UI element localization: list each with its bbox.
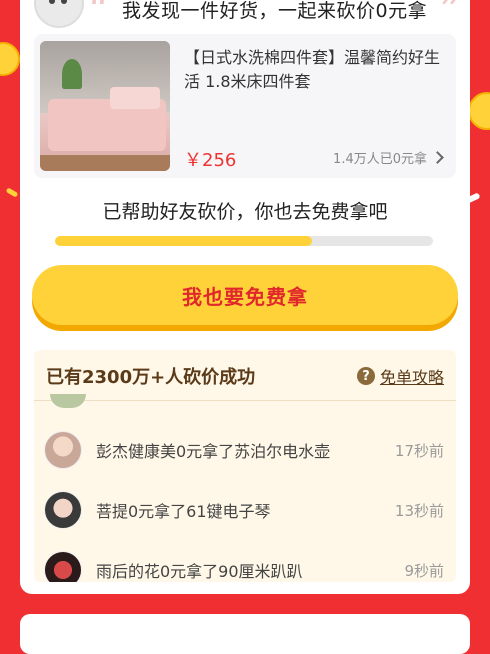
product-card[interactable]: 【日式水洗棉四件套】温馨简约好生活 1.8米床四件套 ￥256 1.4万人已0元… [34,34,456,178]
free-get-button[interactable]: 我也要免费拿 [32,265,458,325]
question-icon: ? [356,367,375,385]
bargain-progress-bar [55,236,433,246]
feed-item-time: 9秒前 [404,561,444,580]
sold-count-link[interactable]: 1.4万人已0元拿 [333,148,444,167]
product-price: ￥256 [184,150,237,171]
chevron-right-icon [431,151,444,164]
feed-item-text: 彭杰健康美0元拿了苏泊尔电水壶 [96,442,331,461]
share-card: “ 我发现一件好货，一起来砍价0元拿 ” 【日式水洗棉四件套】温馨简约好生活 1… [20,0,470,594]
guide-link[interactable]: ? 免单攻略 [356,364,444,388]
avatar [44,491,82,529]
close-quote-icon: ” [439,0,460,34]
avatar [50,394,86,408]
sparkle-decoration [5,187,19,198]
progress-fill [55,236,313,246]
guide-label[interactable]: 免单攻略 [380,364,444,388]
product-title[interactable]: 【日式水洗棉四件套】温馨简约好生活 1.8米床四件套 [184,46,444,94]
feed-item-time: 17秒前 [394,441,444,460]
avatar-eye-icon [49,0,55,4]
list-item: 彭杰健康美0元拿了苏泊尔电水壶 17秒前 [44,428,444,472]
feed-item-time: 13秒前 [394,501,444,520]
feed-item-text: 雨后的花0元拿了90厘米趴趴 [96,562,303,581]
share-message: 我发现一件好货，一起来砍价0元拿 [122,0,428,22]
product-image[interactable] [40,41,170,171]
plant-icon [62,59,82,89]
help-message: 已帮助好友砍价，你也去免费拿吧 [102,201,388,223]
coin-decoration-right [468,92,490,130]
coin-decoration-left [0,42,20,76]
feed-title: 已有2300万+人砍价成功 [46,367,256,388]
feed-header: 已有2300万+人砍价成功 ? 免单攻略 [34,350,456,401]
sharer-avatar [34,0,84,28]
feed-item-text: 菩提0元拿了61键电子琴 [96,502,271,521]
avatar-eye-icon [61,0,67,4]
list-item: 菩提0元拿了61键电子琴 13秒前 [44,488,444,532]
success-feed: 已有2300万+人砍价成功 ? 免单攻略 彭杰健康美0元拿了苏泊尔电水壶 17秒… [34,350,456,582]
open-quote-icon: “ [88,0,109,34]
avatar [44,551,82,582]
avatar [44,431,82,469]
next-card [20,614,470,654]
sold-count: 1.4万人已0元拿 [333,152,427,167]
list-item: 雨后的花0元拿了90厘米趴趴 9秒前 [44,548,444,582]
